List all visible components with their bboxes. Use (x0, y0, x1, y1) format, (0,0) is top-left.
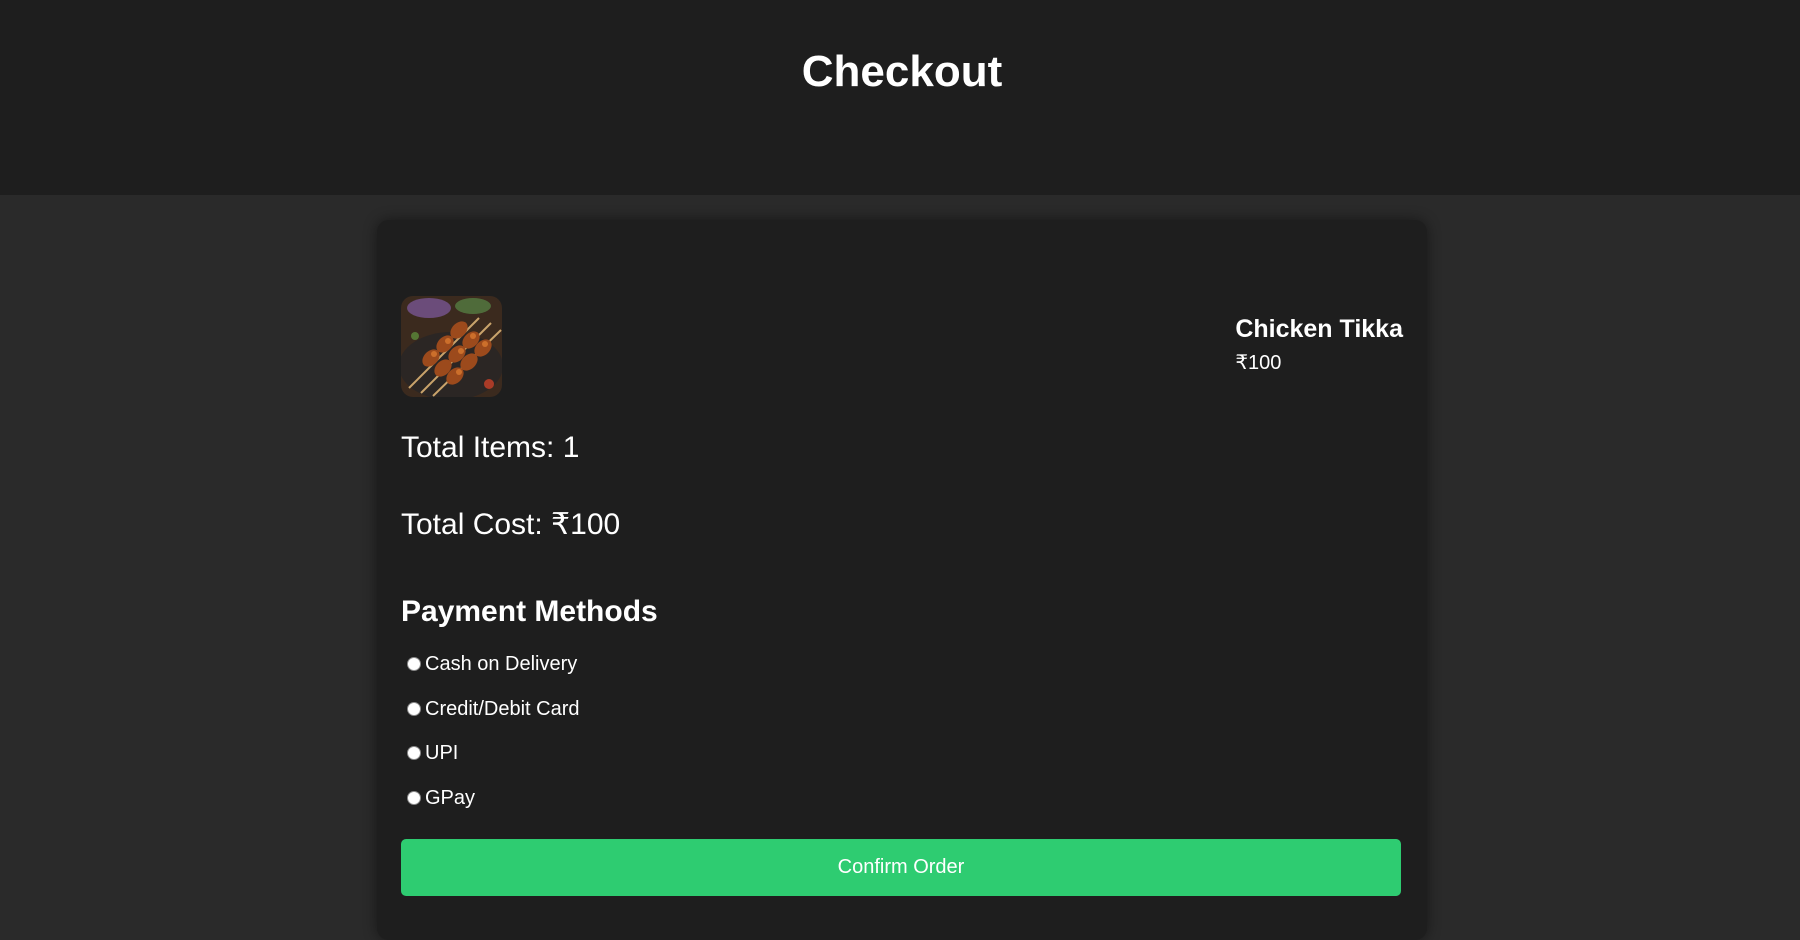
total-items: Total Items: 1 (401, 431, 580, 464)
radio-card[interactable] (407, 702, 421, 716)
item-name: Chicken Tikka (1235, 315, 1403, 343)
payment-methods-title: Payment Methods (401, 595, 658, 628)
page-title: Checkout (801, 47, 1003, 96)
payment-option-gpay[interactable]: GPay (407, 784, 475, 812)
item-price: ₹100 (1235, 352, 1282, 374)
payment-option-label: GPay (425, 787, 476, 809)
payment-option-label: Cash on Delivery (425, 653, 578, 675)
cart-item-image (401, 296, 502, 397)
payment-option-cash-on-delivery[interactable]: Cash on Delivery (407, 650, 577, 678)
cart-item-info: Chicken Tikka ₹100 (1235, 314, 1403, 375)
radio-gpay[interactable] (407, 791, 421, 805)
checkout-card: Chicken Tikka ₹100 Total Items: 1 Total … (377, 220, 1427, 940)
payment-option-label: UPI (425, 742, 459, 764)
payment-option-label: Credit/Debit Card (425, 698, 580, 720)
total-cost: Total Cost: ₹100 (401, 508, 621, 541)
chicken-tikka-image-icon (401, 296, 502, 397)
confirm-order-button[interactable]: Confirm Order (401, 839, 1401, 896)
radio-upi[interactable] (407, 746, 421, 760)
payment-option-card[interactable]: Credit/Debit Card (407, 695, 580, 723)
radio-cash-on-delivery[interactable] (407, 657, 421, 671)
header: Checkout (0, 0, 1800, 195)
payment-option-upi[interactable]: UPI (407, 739, 458, 767)
